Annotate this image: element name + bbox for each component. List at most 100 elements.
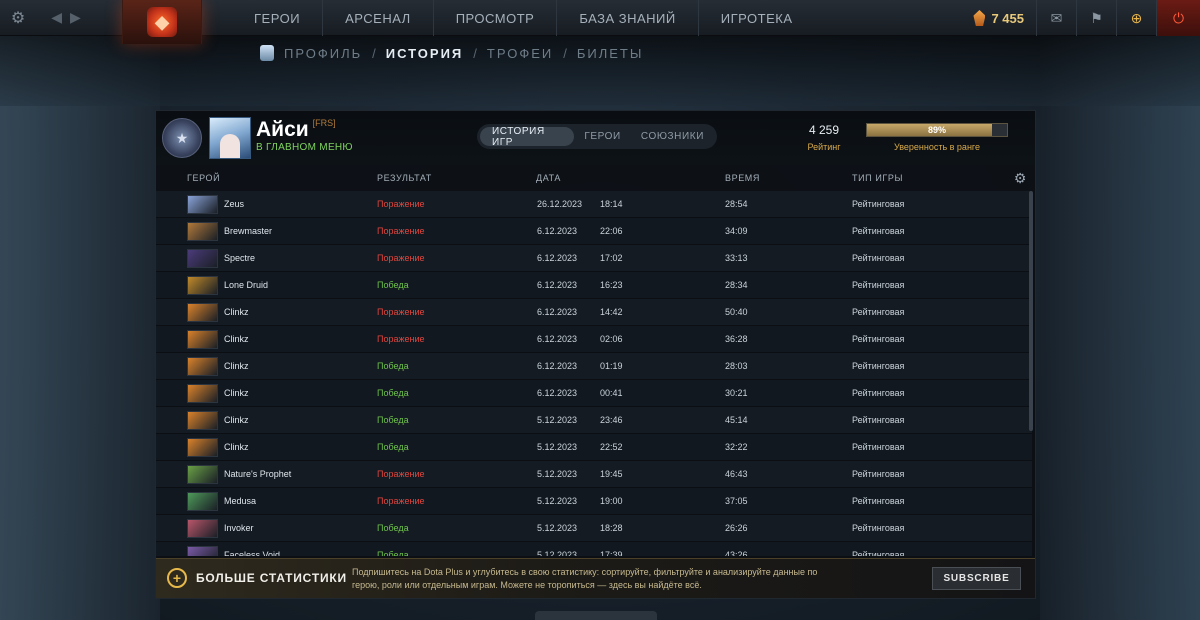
menu-heroes[interactable]: ГЕРОИ — [232, 0, 322, 36]
subnav-tickets[interactable]: БИЛЕТЫ — [577, 46, 644, 61]
table-row[interactable]: Lone Druid Победа 6.12.2023 16:23 28:34 Рейти… — [156, 272, 1032, 299]
menu-knowledge-base[interactable]: БАЗА ЗНАНИЙ — [556, 0, 697, 36]
tab-match-history[interactable]: ИСТОРИЯ ИГР — [480, 126, 575, 148]
hero-portrait — [187, 384, 218, 403]
player-info: Айси [FRS] В ГЛАВНОМ МЕНЮ — [256, 118, 353, 153]
hero-portrait — [187, 519, 218, 538]
dota-plus-icon[interactable]: ⊕ — [1116, 0, 1156, 36]
background-left — [0, 36, 160, 620]
match-date: 6.12.2023 — [537, 253, 578, 263]
table-row[interactable]: Invoker Победа 5.12.2023 18:28 26:26 Рейтинго… — [156, 515, 1032, 542]
hero-portrait — [187, 222, 218, 241]
match-game-type: Рейтинговая — [852, 496, 905, 506]
hero-name: Lone Druid — [224, 280, 269, 290]
hero-name: Clinkz — [224, 442, 249, 452]
subnav-history[interactable]: ИСТОРИЯ — [386, 46, 464, 61]
table-row[interactable]: Clinkz Победа 5.12.2023 23:46 45:14 Рейтингов… — [156, 407, 1032, 434]
match-result: Победа — [377, 550, 409, 556]
match-result: Поражение — [377, 496, 425, 506]
table-row[interactable]: Clinkz Победа 5.12.2023 22:52 32:22 Рейтингов… — [156, 434, 1032, 461]
match-duration: 32:22 — [725, 442, 748, 452]
player-status: В ГЛАВНОМ МЕНЮ — [256, 142, 353, 153]
match-date: 5.12.2023 — [537, 469, 578, 479]
hero-portrait — [187, 303, 218, 322]
subscribe-button[interactable]: SUBSCRIBE — [932, 567, 1021, 590]
hero-name: Clinkz — [224, 361, 249, 371]
table-row[interactable]: Clinkz Победа 6.12.2023 00:41 30:21 Рейтингов… — [156, 380, 1032, 407]
shards-amount: 7 455 — [991, 10, 1024, 26]
profile-icon — [260, 45, 274, 61]
avatar-face — [220, 134, 240, 158]
match-date: 5.12.2023 — [537, 523, 578, 533]
match-date: 26.12.2023 — [537, 199, 583, 209]
bottom-tab-handle[interactable] — [535, 611, 657, 620]
match-date: 5.12.2023 — [537, 442, 578, 452]
match-date: 6.12.2023 — [537, 226, 578, 236]
hero-portrait — [187, 330, 218, 349]
background-right — [1040, 36, 1200, 620]
hero-name: Nature's Prophet — [224, 469, 292, 479]
shard-icon — [973, 10, 986, 26]
hero-name: Spectre — [224, 253, 256, 263]
table-row[interactable]: Clinkz Поражение 6.12.2023 14:42 50:40 Рейтин… — [156, 299, 1032, 326]
table-row[interactable]: Clinkz Поражение 6.12.2023 02:06 36:28 Рейтин… — [156, 326, 1032, 353]
table-row[interactable]: Brewmaster Поражение 6.12.2023 22:06 34:09 Ре… — [156, 218, 1032, 245]
table-row[interactable]: Zeus Поражение 26.12.2023 18:14 28:54 Рейтинг… — [156, 191, 1032, 218]
hero-portrait — [187, 465, 218, 484]
match-result: Поражение — [377, 226, 425, 236]
shards-balance[interactable]: 7 455 — [961, 10, 1036, 26]
back-arrow-icon[interactable]: ◀ — [51, 9, 62, 26]
subnav-separator: / — [563, 45, 567, 61]
scrollbar[interactable] — [1029, 191, 1033, 431]
column-game-type[interactable]: ТИП ИГРЫ — [852, 173, 903, 183]
table-row[interactable]: Nature's Prophet Поражение 5.12.2023 19:45 4… — [156, 461, 1032, 488]
match-date: 6.12.2023 — [537, 280, 578, 290]
player-name: Айси — [256, 118, 309, 141]
match-result: Поражение — [377, 253, 425, 263]
subnav-trophies[interactable]: ТРОФЕИ — [487, 46, 553, 61]
menu-arcade[interactable]: ИГРОТЕКА — [697, 0, 815, 36]
table-row[interactable]: Clinkz Победа 6.12.2023 01:19 28:03 Рейтингов… — [156, 353, 1032, 380]
match-game-type: Рейтинговая — [852, 334, 905, 344]
promo-text: Подпишитесь на Dota Plus и углубитесь в … — [352, 567, 818, 590]
history-nav: ◀ ▶ — [36, 9, 96, 26]
rank-medal-icon[interactable]: ★ — [162, 118, 202, 158]
match-result: Победа — [377, 415, 409, 425]
match-result: Победа — [377, 361, 409, 371]
column-hero[interactable]: ГЕРОЙ — [187, 173, 220, 183]
match-duration: 45:14 — [725, 415, 748, 425]
table-row[interactable]: Medusa Поражение 5.12.2023 19:00 37:05 Рейтин… — [156, 488, 1032, 515]
match-list: Zeus Поражение 26.12.2023 18:14 28:54 Рейтинг… — [156, 191, 1032, 556]
avatar[interactable] — [209, 117, 251, 159]
match-start-time: 22:52 — [600, 442, 623, 452]
hero-name: Clinkz — [224, 388, 249, 398]
mail-icon[interactable]: ✉ — [1036, 0, 1076, 36]
match-history-panel: ★ Айси [FRS] В ГЛАВНОМ МЕНЮ ИСТОРИЯ ИГР Г… — [155, 110, 1036, 599]
match-start-time: 01:19 — [600, 361, 623, 371]
table-row[interactable]: Spectre Поражение 6.12.2023 17:02 33:13 Рейти… — [156, 245, 1032, 272]
hero-name: Medusa — [224, 496, 257, 506]
menu-arsenal[interactable]: АРСЕНАЛ — [322, 0, 433, 36]
settings-gear-icon[interactable]: ⚙ — [0, 0, 36, 36]
match-game-type: Рейтинговая — [852, 307, 905, 317]
power-icon[interactable]: ⏻ — [1156, 0, 1200, 36]
table-row[interactable]: Faceless Void Победа 5.12.2023 17:39 43:26 Ре… — [156, 542, 1032, 556]
tab-heroes[interactable]: ГЕРОИ — [574, 127, 631, 146]
tab-allies[interactable]: СОЮЗНИКИ — [631, 127, 714, 146]
menu-watch[interactable]: ПРОСМОТР — [432, 0, 557, 36]
forward-arrow-icon[interactable]: ▶ — [70, 9, 81, 26]
hero-name: Invoker — [224, 523, 254, 533]
armory-icon[interactable]: ⚑ — [1076, 0, 1116, 36]
table-settings-gear-icon[interactable]: ⚙ — [1014, 170, 1027, 187]
hero-name: Faceless Void — [224, 550, 281, 556]
hero-name: Clinkz — [224, 415, 249, 425]
hero-portrait — [187, 492, 218, 511]
column-result[interactable]: РЕЗУЛЬТАТ — [377, 173, 432, 183]
column-date[interactable]: ДАТА — [536, 173, 561, 183]
match-date: 6.12.2023 — [537, 307, 578, 317]
top-bar-right: 7 455 ✉ ⚑ ⊕ ⏻ — [961, 0, 1200, 36]
subnav-profile[interactable]: ПРОФИЛЬ — [284, 46, 362, 61]
dota-logo[interactable]: ◆ — [122, 0, 202, 44]
match-start-time: 23:46 — [600, 415, 623, 425]
column-time[interactable]: ВРЕМЯ — [725, 173, 760, 183]
